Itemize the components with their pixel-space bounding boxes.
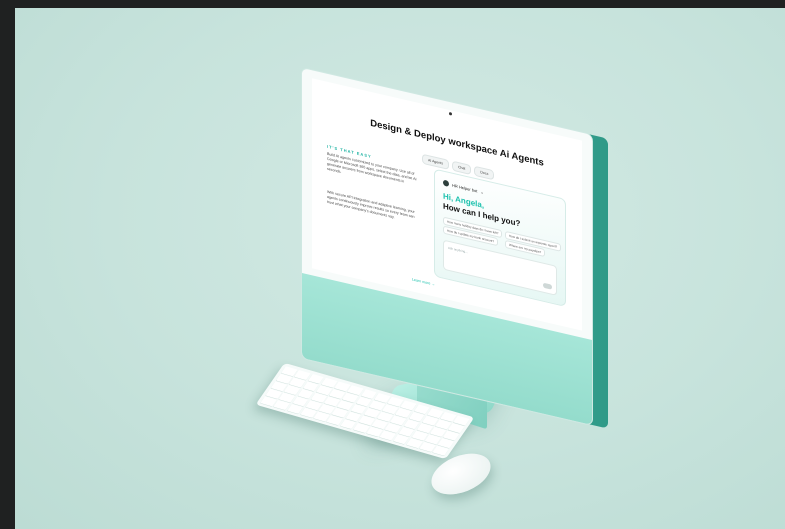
chat-widget: HR Helper bot ⌄ Hi, Angela, How can I he… xyxy=(434,168,566,307)
chat-input-placeholder: Ask anything... xyxy=(448,245,468,255)
mockup-scene: Design & Deploy workspace Ai Agents AI A… xyxy=(15,8,785,529)
secondary-paragraph: With secure API integration and adaptive… xyxy=(327,189,415,220)
intro-paragraph: Build AI agents customized to your compa… xyxy=(327,151,417,184)
learn-more-link[interactable]: Learn more → xyxy=(412,277,435,286)
monitor-front: Design & Deploy workspace Ai Agents AI A… xyxy=(302,68,592,425)
chevron-down-icon: ⌄ xyxy=(480,188,484,195)
camera-dot xyxy=(449,111,452,116)
send-icon[interactable] xyxy=(543,282,552,290)
tab-agents[interactable]: AI Agents xyxy=(422,153,449,170)
left-border xyxy=(0,0,15,529)
top-border xyxy=(0,0,785,8)
bot-avatar-icon xyxy=(443,179,449,187)
agent-label: HR Helper bot xyxy=(452,182,478,193)
